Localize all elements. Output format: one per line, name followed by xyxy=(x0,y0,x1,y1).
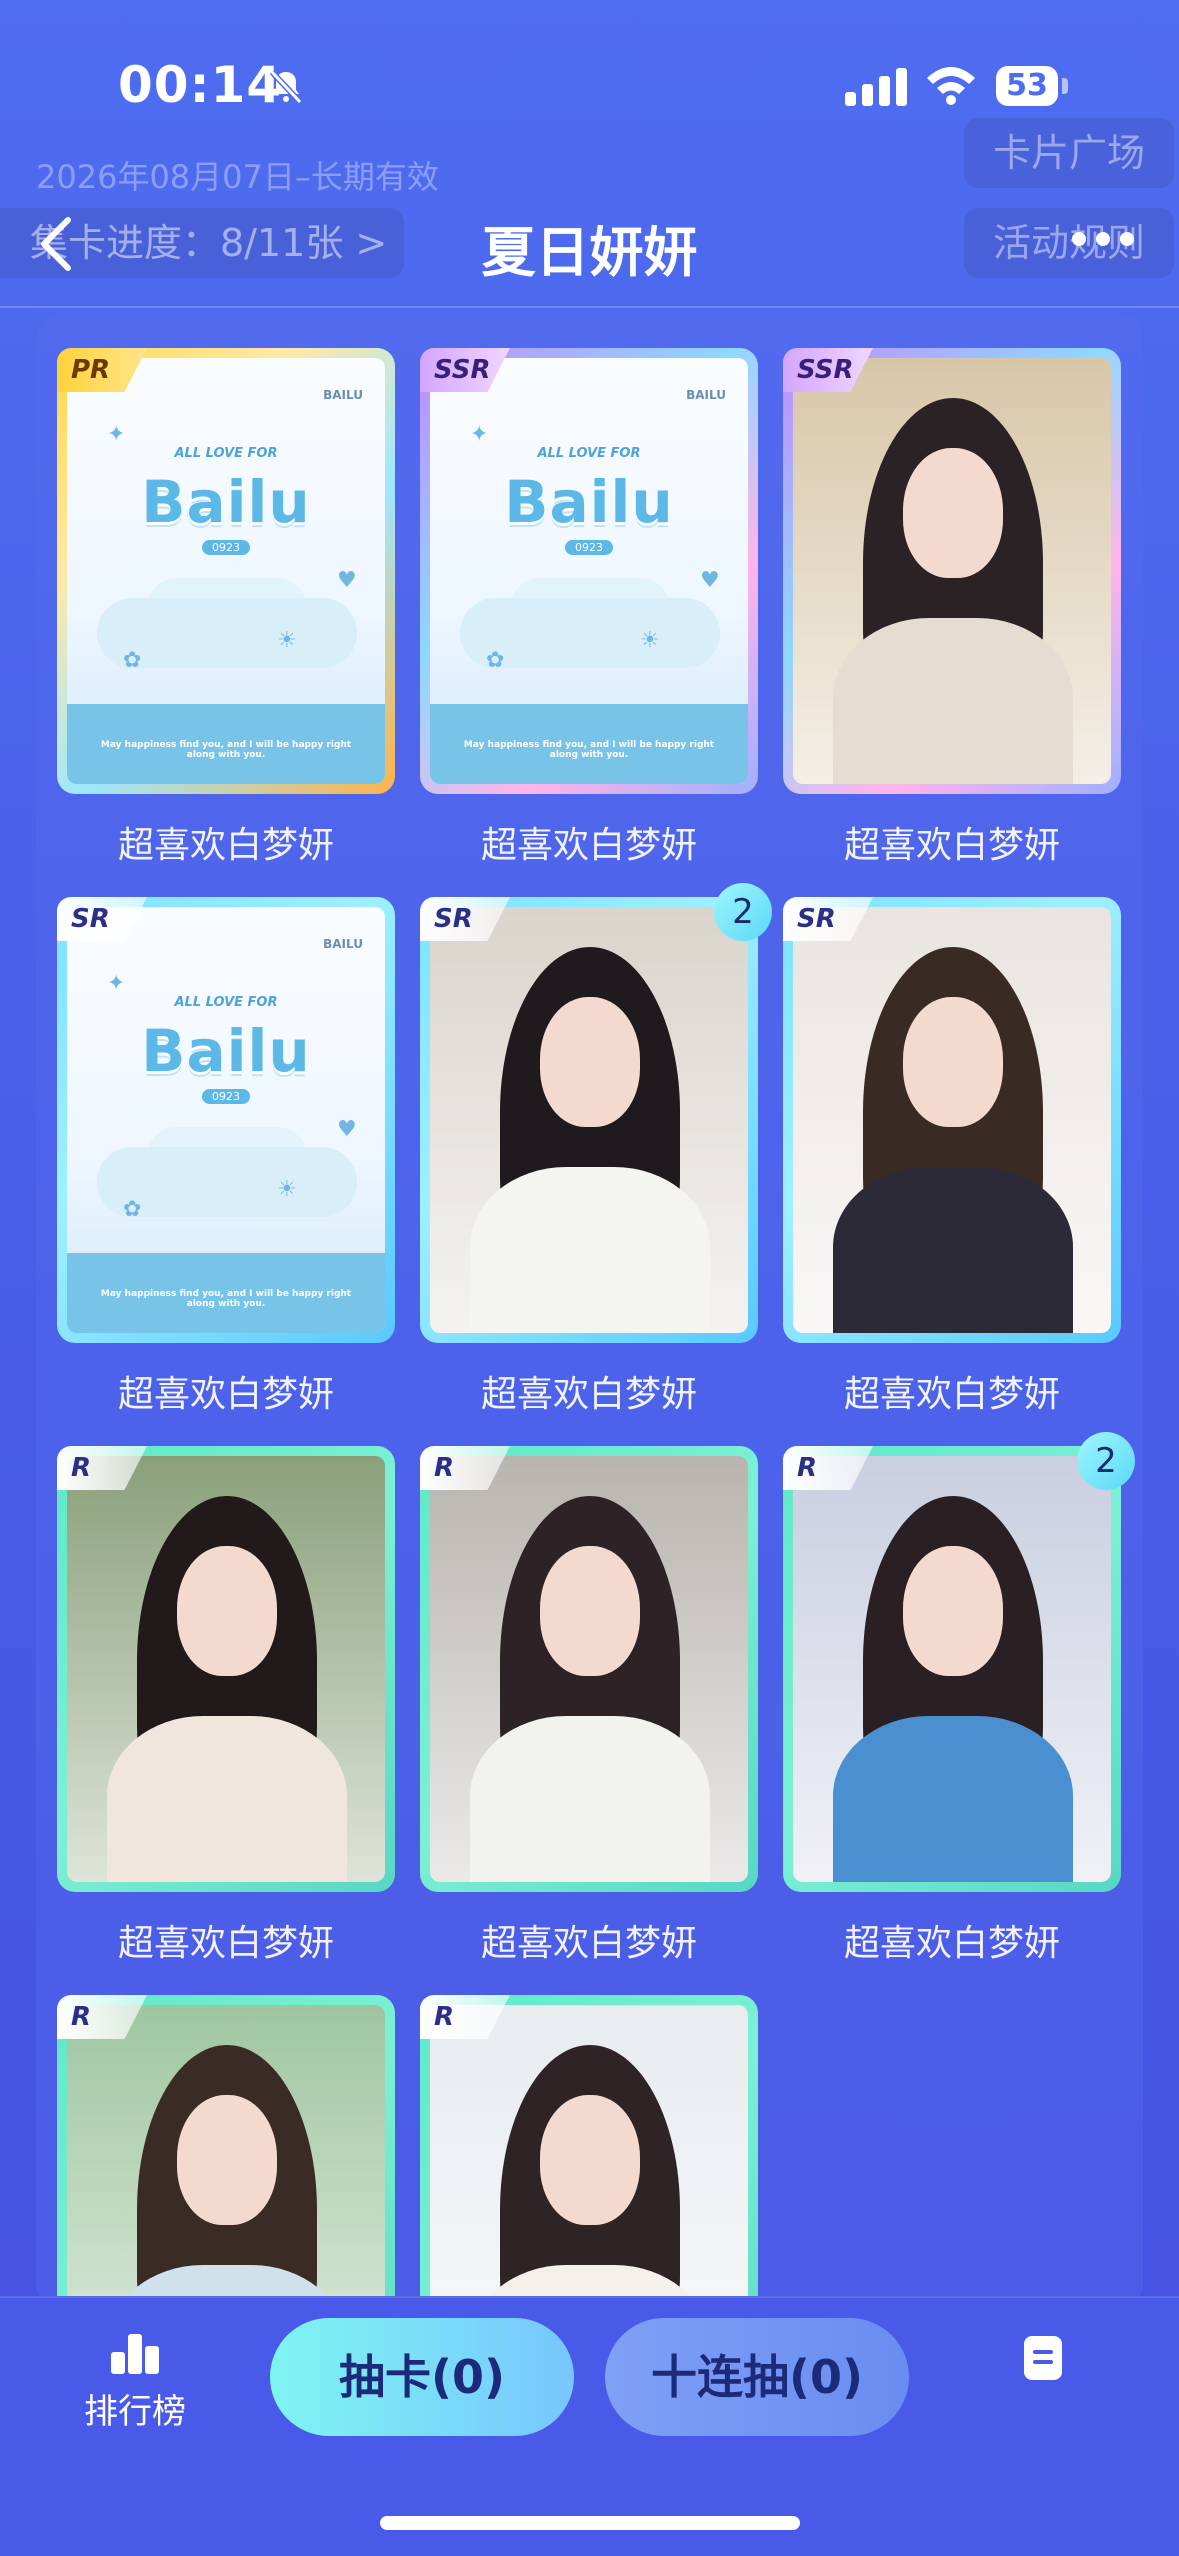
card-item[interactable]: BAILU ALL LOVE FOR Bailu 0923 ✦ ♥ ☀ ✿ May happin… xyxy=(57,897,395,1343)
card-name: 超喜欢白梦妍 xyxy=(117,1374,334,1415)
flower-icon: ✿ xyxy=(486,648,505,673)
logo-top-text: ALL LOVE FOR xyxy=(537,446,641,461)
card-item[interactable]: R xyxy=(420,1446,758,1892)
heart-icon: ♥ xyxy=(337,568,357,593)
card-image xyxy=(793,1456,1111,1882)
card-count-badge: 2 xyxy=(714,883,772,941)
wifi-icon xyxy=(927,67,975,105)
sun-icon: ☀ xyxy=(640,628,660,653)
card-plaza-button[interactable]: 卡片广场 xyxy=(964,118,1174,188)
logo-mini-text: BAILU xyxy=(323,937,363,951)
home-indicator xyxy=(380,2516,800,2530)
card-item[interactable]: R2 xyxy=(783,1432,1135,1892)
validity-text: 2026年08月07日–长期有效 xyxy=(36,158,439,196)
star-icon: ✦ xyxy=(470,422,489,447)
logo-top-text: ALL LOVE FOR xyxy=(174,995,278,1010)
portrait-photo xyxy=(430,1456,748,1882)
card-count-badge: 2 xyxy=(1077,1432,1135,1490)
battery-icon: 53 xyxy=(996,66,1058,106)
rules-button[interactable]: 活动规则 xyxy=(964,208,1174,278)
star-icon: ✦ xyxy=(107,422,126,447)
logo-number: 0923 xyxy=(202,1089,250,1104)
portrait-photo xyxy=(793,1456,1111,1882)
card-item[interactable]: R xyxy=(57,1446,395,1892)
card-name: 超喜欢白梦妍 xyxy=(843,825,1060,866)
logo-caption: May happiness find you, and I will be ha… xyxy=(463,740,715,760)
card-image: BAILU ALL LOVE FOR Bailu 0923 ✦ ♥ ☀ ✿ May happin… xyxy=(430,358,748,784)
card-name: 超喜欢白梦妍 xyxy=(843,1923,1060,1964)
card-item[interactable]: SSR xyxy=(783,348,1121,794)
logo-number: 0923 xyxy=(565,540,613,555)
leaderboard-label: 排行榜 xyxy=(84,2392,186,2432)
record-icon[interactable] xyxy=(1024,2336,1062,2380)
battery-tip xyxy=(1062,78,1068,94)
card-name: 超喜欢白梦妍 xyxy=(843,1374,1060,1415)
signal-icon xyxy=(845,66,907,106)
flower-icon: ✿ xyxy=(123,648,142,673)
logo-mini-text: BAILU xyxy=(686,388,726,402)
heart-icon: ♥ xyxy=(700,568,720,593)
logo-caption: May happiness find you, and I will be ha… xyxy=(100,1289,352,1309)
card-name: 超喜欢白梦妍 xyxy=(480,1923,697,1964)
card-image xyxy=(793,907,1111,1333)
logo-caption: May happiness find you, and I will be ha… xyxy=(100,740,352,760)
divider xyxy=(0,306,1179,308)
card-image xyxy=(67,1456,385,1882)
card-name: 超喜欢白梦妍 xyxy=(117,825,334,866)
draw-card-button[interactable]: 抽卡(0) xyxy=(270,2318,574,2436)
ten-draw-button[interactable]: 十连抽(0) xyxy=(605,2318,909,2436)
card-image: BAILU ALL LOVE FOR Bailu 0923 ✦ ♥ ☀ ✿ May happin… xyxy=(67,358,385,784)
portrait-photo xyxy=(793,358,1111,784)
more-icon[interactable] xyxy=(1072,232,1134,246)
card-image: BAILU ALL LOVE FOR Bailu 0923 ✦ ♥ ☀ ✿ May happin… xyxy=(67,907,385,1333)
card-name: 超喜欢白梦妍 xyxy=(480,825,697,866)
portrait-photo xyxy=(67,1456,385,1882)
logo-number: 0923 xyxy=(202,540,250,555)
logo-main-text: Bailu xyxy=(141,468,311,536)
logo-main-text: Bailu xyxy=(141,1017,311,1085)
card-image xyxy=(430,907,748,1333)
portrait-photo xyxy=(430,907,748,1333)
card-item[interactable]: BAILU ALL LOVE FOR Bailu 0923 ✦ ♥ ☀ ✿ May happin… xyxy=(57,348,395,794)
status-time: 00:14 xyxy=(118,56,283,114)
heart-icon: ♥ xyxy=(337,1117,357,1142)
star-icon: ✦ xyxy=(107,971,126,996)
card-name: 超喜欢白梦妍 xyxy=(480,1374,697,1415)
card-image xyxy=(793,358,1111,784)
sun-icon: ☀ xyxy=(277,628,297,653)
leaderboard-icon xyxy=(111,2330,159,2374)
card-name: 超喜欢白梦妍 xyxy=(117,1923,334,1964)
logo-mini-text: BAILU xyxy=(323,388,363,402)
card-item[interactable]: SR xyxy=(783,897,1121,1343)
logo-top-text: ALL LOVE FOR xyxy=(174,446,278,461)
card-item[interactable]: SR 2 xyxy=(420,883,772,1343)
portrait-photo xyxy=(793,907,1111,1333)
card-item[interactable]: BAILU ALL LOVE FOR Bailu 0923 ✦ ♥ ☀ ✿ May happin… xyxy=(420,348,758,794)
card-image xyxy=(430,1456,748,1882)
sun-icon: ☀ xyxy=(277,1177,297,1202)
bell-muted-icon xyxy=(269,69,303,105)
logo-main-text: Bailu xyxy=(504,468,674,536)
flower-icon: ✿ xyxy=(123,1197,142,1222)
leaderboard-button[interactable]: 排行榜 xyxy=(70,2330,200,2433)
